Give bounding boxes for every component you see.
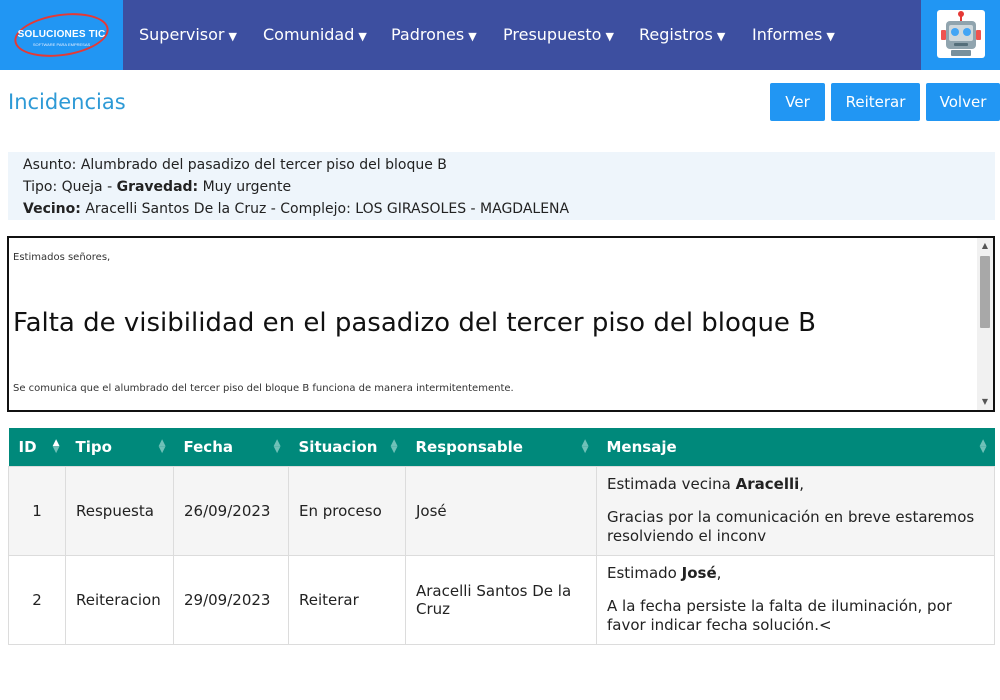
column-header-fecha[interactable]: Fecha ▲ ▼ <box>173 428 289 466</box>
message-salutation: Estimado José, <box>607 564 984 583</box>
column-header-label: Mensaje <box>606 437 677 456</box>
incident-info-panel: Asunto: Alumbrado del pasadizo del terce… <box>8 152 995 220</box>
gravedad-value: Muy urgente <box>202 179 292 195</box>
robot-avatar-icon <box>937 10 985 58</box>
sort-icon: ▲ ▼ <box>390 438 398 455</box>
top-navbar: SOLUCIONES TIC SOFTWARE PARA EMPRESAS Su… <box>0 0 1000 70</box>
salutation-prefix: Estimada vecina <box>607 475 736 493</box>
sort-icon: ▲ ▼ <box>581 438 589 455</box>
cell-responsable: Aracelli Santos De la Cruz <box>405 554 597 645</box>
caret-down-icon: ▼ <box>605 30 614 43</box>
complejo-label: Complejo: <box>280 201 351 217</box>
nav-item-label: Padrones <box>391 25 465 44</box>
tipo-value: Queja <box>61 179 103 195</box>
column-header-label: Fecha <box>183 437 234 456</box>
nav-item-label: Registros <box>639 25 713 44</box>
salutation-prefix: Estimado <box>607 564 682 582</box>
column-header-tipo[interactable]: Tipo ▲ ▼ <box>65 428 174 466</box>
table-row[interactable]: 2 Reiteracion 29/09/2023 Reiterar Aracel… <box>8 554 995 645</box>
nav-item-comunidad[interactable]: Comunidad ▼ <box>263 0 367 70</box>
nav-item-informes[interactable]: Informes ▼ <box>752 0 835 70</box>
nav-item-presupuesto[interactable]: Presupuesto ▼ <box>503 0 614 70</box>
nav-item-label: Supervisor <box>139 25 225 44</box>
asunto-line: Asunto: Alumbrado del pasadizo del terce… <box>23 154 995 176</box>
gravedad-label: Gravedad: <box>116 179 199 195</box>
caret-down-icon: ▼ <box>468 30 477 43</box>
cell-mensaje: Estimada vecina Aracelli, Gracias por la… <box>596 465 995 556</box>
column-header-label: Tipo <box>75 437 112 456</box>
salutation-suffix: , <box>799 475 805 493</box>
asunto-value: Alumbrado del pasadizo del tercer piso d… <box>80 157 447 173</box>
sort-icon: ▲ ▼ <box>979 438 987 455</box>
cell-tipo: Respuesta <box>65 465 174 556</box>
salutation-name: José <box>681 564 717 582</box>
column-header-label: ID <box>18 437 37 456</box>
brand-name: SOLUCIONES TIC <box>17 29 106 40</box>
ver-button[interactable]: Ver <box>770 83 825 121</box>
message-salutation: Estimada vecina Aracelli, <box>607 475 984 494</box>
table-header-row: ID ▲ ▼ Tipo ▲ ▼ Fecha ▲ ▼ Situacion ▲ ▼ Resp… <box>8 428 995 466</box>
message-scrollbar[interactable]: ▲ ▼ <box>977 238 993 410</box>
cell-situacion: En proceso <box>288 465 406 556</box>
cell-fecha: 29/09/2023 <box>173 554 289 645</box>
nav-item-supervisor[interactable]: Supervisor ▼ <box>139 0 237 70</box>
brand-tagline: SOFTWARE PARA EMPRESAS <box>32 42 91 47</box>
message-viewer[interactable]: Estimados señores, Falta de visibilidad … <box>7 236 995 412</box>
brand-logo[interactable]: SOLUCIONES TIC SOFTWARE PARA EMPRESAS <box>0 0 123 70</box>
message-body: Se comunica que el alumbrado del tercer … <box>13 383 514 394</box>
sort-icon: ▲ ▼ <box>158 438 166 455</box>
caret-down-icon: ▼ <box>358 30 367 43</box>
vecino-label: Vecino: <box>23 201 81 217</box>
message-text: A la fecha persiste la falta de iluminac… <box>607 597 952 634</box>
column-header-responsable[interactable]: Responsable ▲ ▼ <box>405 428 597 466</box>
scroll-thumb[interactable] <box>980 256 990 328</box>
caret-down-icon: ▼ <box>826 30 835 43</box>
volver-button[interactable]: Volver <box>926 83 1000 121</box>
caret-down-icon: ▼ <box>228 30 237 43</box>
nav-item-label: Informes <box>752 25 823 44</box>
tipo-line: Tipo: Queja - Gravedad: Muy urgente <box>23 179 292 195</box>
page-title: Incidencias <box>8 90 126 114</box>
message-greeting: Estimados señores, <box>13 252 111 263</box>
column-header-mensaje[interactable]: Mensaje ▲ ▼ <box>596 428 995 466</box>
salutation-suffix: , <box>716 564 722 582</box>
user-menu[interactable] <box>921 0 1000 70</box>
sort-icon: ▲ ▼ <box>273 438 281 455</box>
table-row[interactable]: 1 Respuesta 26/09/2023 En proceso José E… <box>8 465 995 556</box>
nav-item-label: Comunidad <box>263 25 355 44</box>
asunto-label: Asunto: <box>23 157 77 173</box>
cell-id: 1 <box>8 465 66 556</box>
cell-situacion: Reiterar <box>288 554 406 645</box>
scroll-down-arrow-icon[interactable]: ▼ <box>977 394 993 410</box>
nav-item-padrones[interactable]: Padrones ▼ <box>391 0 477 70</box>
sort-icon: ▲ ▼ <box>52 438 60 455</box>
message-text: Gracias por la comunicación en breve est… <box>607 508 975 545</box>
message-heading: Falta de visibilidad en el pasadizo del … <box>13 308 817 338</box>
reiterar-button[interactable]: Reiterar <box>831 83 920 121</box>
incidents-history-table: ID ▲ ▼ Tipo ▲ ▼ Fecha ▲ ▼ Situacion ▲ ▼ Resp… <box>8 428 995 645</box>
caret-down-icon: ▼ <box>716 30 726 43</box>
nav-item-label: Presupuesto <box>503 25 602 44</box>
cell-responsable: José <box>405 465 597 556</box>
scroll-up-arrow-icon[interactable]: ▲ <box>977 238 993 254</box>
vecino-value: Aracelli Santos De la Cruz <box>85 201 267 217</box>
complejo-value: LOS GIRASOLES - MAGDALENA <box>355 201 570 217</box>
column-header-id[interactable]: ID ▲ ▼ <box>8 428 66 466</box>
column-header-situacion[interactable]: Situacion ▲ ▼ <box>288 428 406 466</box>
cell-mensaje: Estimado José, A la fecha persiste la fa… <box>596 554 995 645</box>
tipo-label: Tipo: <box>23 179 58 195</box>
cell-fecha: 26/09/2023 <box>173 465 289 556</box>
column-header-label: Responsable <box>415 437 523 456</box>
cell-tipo: Reiteracion <box>65 554 174 645</box>
nav-item-registros[interactable]: Registros ▼ <box>639 0 725 70</box>
column-header-label: Situacion <box>298 437 378 456</box>
vecino-line: Vecino: Aracelli Santos De la Cruz - Com… <box>23 201 570 217</box>
salutation-name: Aracelli <box>735 475 800 493</box>
cell-id: 2 <box>8 554 66 645</box>
